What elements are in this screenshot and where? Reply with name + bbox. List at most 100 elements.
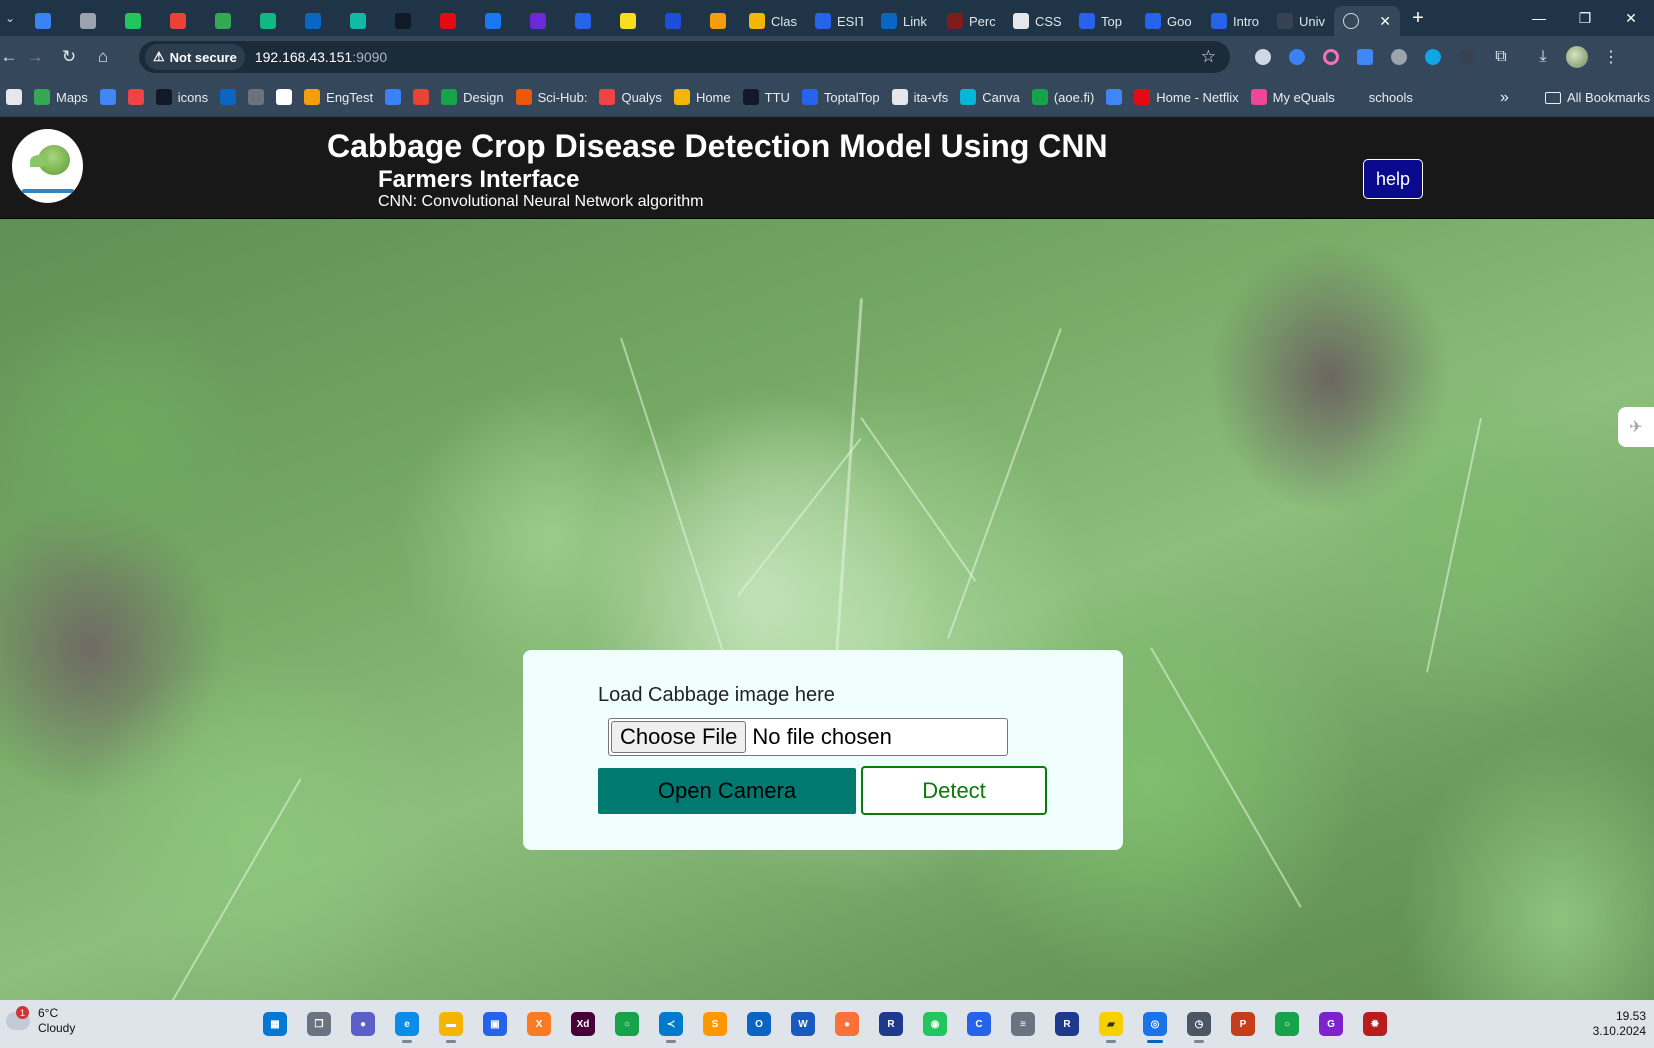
side-rocket-icon[interactable]: ✈	[1618, 407, 1654, 447]
bookmark-17[interactable]: ita-vfs	[886, 83, 955, 111]
extension-gear-icon[interactable]	[1246, 40, 1280, 74]
bookmark-5[interactable]	[214, 83, 242, 111]
bookmark-2[interactable]	[94, 83, 122, 111]
taskbar-store[interactable]: ▣	[473, 1004, 517, 1044]
tab-6[interactable]	[290, 6, 335, 36]
tab-14[interactable]	[650, 6, 695, 36]
all-bookmarks-button[interactable]: All Bookmarks	[1545, 78, 1650, 117]
taskbar-remote-app-2[interactable]: R	[1045, 1004, 1089, 1044]
bookmark-8[interactable]: EngTest	[298, 83, 379, 111]
extension-translate-icon[interactable]	[1348, 40, 1382, 74]
download-icon[interactable]: ⤓	[1526, 40, 1560, 74]
extension-pin-icon[interactable]	[1280, 40, 1314, 74]
bookmark-14[interactable]: Home	[668, 83, 737, 111]
tab-8[interactable]	[380, 6, 425, 36]
bookmark-21[interactable]: Home - Netflix	[1128, 83, 1244, 111]
security-indicator[interactable]: ⚠ Not secure	[145, 44, 245, 70]
taskbar-owl-app[interactable]: ◉	[913, 1004, 957, 1044]
bookmark-0[interactable]	[0, 83, 28, 111]
close-window-button[interactable]: ✕	[1608, 0, 1654, 36]
bookmark-22[interactable]: My eQuals	[1245, 83, 1341, 111]
open-camera-button[interactable]: Open Camera	[598, 768, 856, 814]
tab-active[interactable]: ✕	[1334, 6, 1400, 36]
taskbar-meet-now[interactable]: ●	[341, 1004, 385, 1044]
bookmark-19[interactable]: (aoe.fi)	[1026, 83, 1100, 111]
tab-4[interactable]	[200, 6, 245, 36]
weather-widget[interactable]: 1 6°C Cloudy	[6, 1006, 75, 1036]
bookmark-1[interactable]: Maps	[28, 83, 94, 111]
reload-button[interactable]: ↻	[52, 40, 86, 74]
tab-2[interactable]	[110, 6, 155, 36]
tab-0[interactable]	[20, 6, 65, 36]
bookmark-star-icon[interactable]: ☆	[1201, 47, 1216, 67]
tab-15[interactable]	[695, 6, 740, 36]
bookmark-10[interactable]	[407, 83, 435, 111]
taskbar-outlook[interactable]: O	[737, 1004, 781, 1044]
tab-18[interactable]: Link	[872, 6, 938, 36]
tab-22[interactable]: Goo	[1136, 6, 1202, 36]
taskbar-cisco[interactable]: ≡	[1001, 1004, 1045, 1044]
extensions-puzzle-icon[interactable]: ⧉	[1484, 40, 1518, 74]
forward-button[interactable]: →	[18, 40, 52, 74]
taskbar-edge[interactable]: e	[385, 1004, 429, 1044]
tab-5[interactable]	[245, 6, 290, 36]
extension-ring-icon[interactable]	[1314, 40, 1348, 74]
detect-button[interactable]: Detect	[861, 766, 1047, 815]
bookmark-18[interactable]: Canva	[954, 83, 1026, 111]
bookmark-13[interactable]: Qualys	[593, 83, 667, 111]
taskbar-adobe-xd[interactable]: Xd	[561, 1004, 605, 1044]
restore-button[interactable]: ❐	[1562, 0, 1608, 36]
taskbar-word[interactable]: W	[781, 1004, 825, 1044]
address-bar[interactable]: ⚠ Not secure 192.168.43.151:9090 ☆	[139, 41, 1230, 73]
tab-23[interactable]: Intro	[1202, 6, 1268, 36]
taskbar-xampp[interactable]: X	[517, 1004, 561, 1044]
taskbar-sublime[interactable]: S	[693, 1004, 737, 1044]
tab-17[interactable]: ESIT	[806, 6, 872, 36]
taskbar-start[interactable]: ▦	[253, 1004, 297, 1044]
tab-9[interactable]	[425, 6, 470, 36]
taskbar-chrome[interactable]: ◎	[1133, 1004, 1177, 1044]
tab-16[interactable]: Clas	[740, 6, 806, 36]
taskbar-gear-app[interactable]: ✹	[1353, 1004, 1397, 1044]
tab-21[interactable]: Top	[1070, 6, 1136, 36]
taskbar-firefox[interactable]: ●	[825, 1004, 869, 1044]
tab-12[interactable]	[560, 6, 605, 36]
url-text[interactable]: 192.168.43.151:9090	[255, 49, 387, 65]
taskbar-task-view[interactable]: ❐	[297, 1004, 341, 1044]
tab-10[interactable]	[470, 6, 515, 36]
extension-shield-icon[interactable]	[1416, 40, 1450, 74]
file-input[interactable]: Choose File No file chosen	[608, 718, 1008, 756]
help-button[interactable]: help	[1363, 159, 1423, 199]
tab-11[interactable]	[515, 6, 560, 36]
tab-20[interactable]: CSS	[1004, 6, 1070, 36]
bookmark-12[interactable]: Sci-Hub:	[510, 83, 594, 111]
bookmark-16[interactable]: ToptalTop	[796, 83, 886, 111]
more-bookmarks-icon[interactable]: »	[1500, 78, 1509, 117]
bookmark-9[interactable]	[379, 83, 407, 111]
bookmark-6[interactable]	[242, 83, 270, 111]
extension-spark-icon[interactable]	[1382, 40, 1416, 74]
system-clock[interactable]: 19.53 3.10.2024	[1593, 1009, 1646, 1039]
taskbar-vscode[interactable]: ≺	[649, 1004, 693, 1044]
profile-avatar[interactable]	[1560, 40, 1594, 74]
home-button[interactable]: ⌂	[86, 40, 120, 74]
back-button[interactable]: ←	[0, 40, 18, 74]
taskbar-powerpoint[interactable]: P	[1221, 1004, 1265, 1044]
taskbar-purple-app[interactable]: G	[1309, 1004, 1353, 1044]
taskbar-circle-app[interactable]: ○	[605, 1004, 649, 1044]
taskbar-c-app[interactable]: C	[957, 1004, 1001, 1044]
taskbar-ring-app[interactable]: ○	[1265, 1004, 1309, 1044]
tab-7[interactable]	[335, 6, 380, 36]
tab-search-icon[interactable]: ⌄	[0, 0, 20, 36]
bookmark-23[interactable]: schools	[1341, 83, 1419, 111]
bookmark-20[interactable]	[1100, 83, 1128, 111]
taskbar-remote-app[interactable]: R	[869, 1004, 913, 1044]
tab-1[interactable]	[65, 6, 110, 36]
tab-24[interactable]: Univ	[1268, 6, 1334, 36]
taskbar-clock-app[interactable]: ◷	[1177, 1004, 1221, 1044]
new-tab-button[interactable]: +	[1400, 0, 1436, 36]
tab-13[interactable]	[605, 6, 650, 36]
taskbar-sticky-notes[interactable]: ▰	[1089, 1004, 1133, 1044]
taskbar-file-explorer[interactable]: ▬	[429, 1004, 473, 1044]
close-tab-icon[interactable]: ✕	[1379, 13, 1391, 30]
